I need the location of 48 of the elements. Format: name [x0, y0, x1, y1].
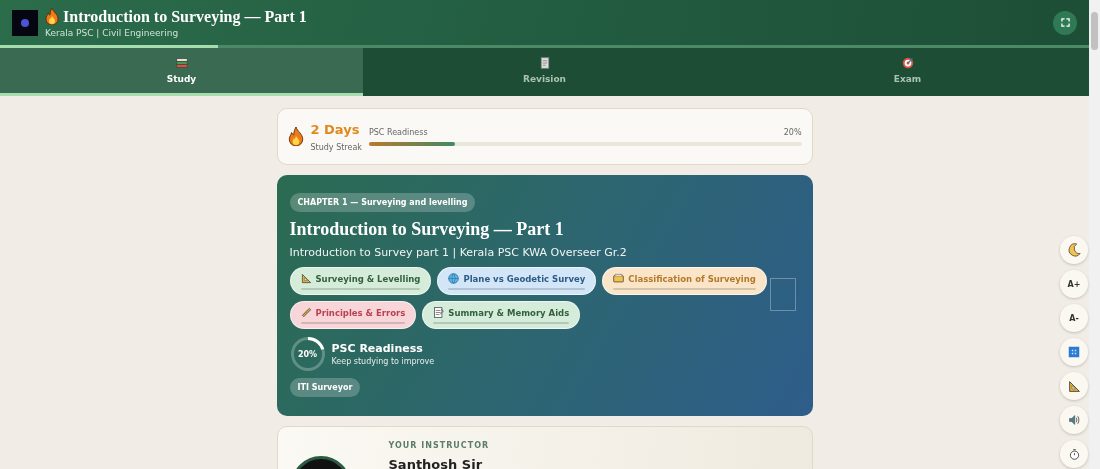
streak-days: 2 Days	[310, 121, 362, 137]
flame-icon	[287, 127, 304, 146]
speaker-icon	[1068, 414, 1080, 426]
topic-chip[interactable]: Surveying & Levelling	[289, 267, 432, 295]
moon-icon	[1067, 243, 1081, 257]
scrollbar-thumb[interactable]	[1091, 12, 1098, 50]
books-icon	[175, 57, 188, 69]
logo-icon	[12, 9, 38, 36]
course-tag: ITI Surveyor	[289, 378, 361, 397]
globe-icon	[448, 273, 460, 284]
tool-button[interactable]	[1060, 372, 1088, 400]
fullscreen-button[interactable]	[1053, 10, 1077, 35]
readiness-percent: 20%	[296, 348, 319, 361]
chapter-subtitle: Introduction to Survey part 1 | Kerala PSC KWA Overseer Gr.2	[289, 246, 628, 259]
topic-chip[interactable]: Summary & Memory Aids	[422, 301, 581, 329]
page-subtitle: Kerala PSC | Civil Engineering	[45, 27, 180, 38]
topic-chip[interactable]: Principles & Errors	[289, 301, 417, 329]
memo-icon	[538, 57, 551, 69]
fullscreen-icon	[1060, 18, 1070, 27]
flame-icon	[45, 8, 59, 25]
page-title: Introduction to Surveying — Part 1	[63, 7, 307, 26]
readiness-value: 20%	[783, 127, 802, 137]
tool-button[interactable]	[1060, 440, 1088, 468]
tool-button[interactable]	[1060, 338, 1088, 366]
readiness-note: Keep studying to improve	[331, 357, 435, 366]
instructor-label: YOUR INSTRUCTOR	[388, 441, 490, 450]
chapter-title: Introduction to Surveying — Part 1	[289, 219, 565, 240]
topic-chip[interactable]: Plane vs Geodetic Survey	[437, 267, 597, 295]
topic-chip[interactable]: Classification of Surveying	[602, 267, 767, 295]
tool-button[interactable]	[1060, 406, 1088, 434]
timer-icon	[1068, 448, 1080, 460]
streak-caption: Study Streak	[310, 142, 362, 152]
memo-icon	[433, 307, 445, 318]
readiness-label: PSC Readiness	[368, 127, 428, 137]
target-icon	[901, 57, 914, 69]
ruler-icon	[300, 307, 312, 318]
instructor-name: Santhosh Sir	[388, 457, 484, 469]
tab[interactable]: Revision	[363, 48, 726, 96]
tab[interactable]: Study	[0, 48, 363, 96]
tab[interactable]: Exam	[726, 48, 1089, 96]
font-size-button[interactable]: A+	[1060, 270, 1088, 298]
font-size-button[interactable]: A-	[1060, 304, 1088, 332]
outline-square	[769, 278, 796, 311]
grid-icon	[1068, 346, 1080, 358]
card-index-icon	[613, 273, 625, 284]
tool-button[interactable]	[1060, 236, 1088, 264]
readiness-title: PSC Readiness	[331, 342, 424, 355]
chapter-pill: CHAPTER 1 — Surveying and levelling	[289, 193, 476, 212]
